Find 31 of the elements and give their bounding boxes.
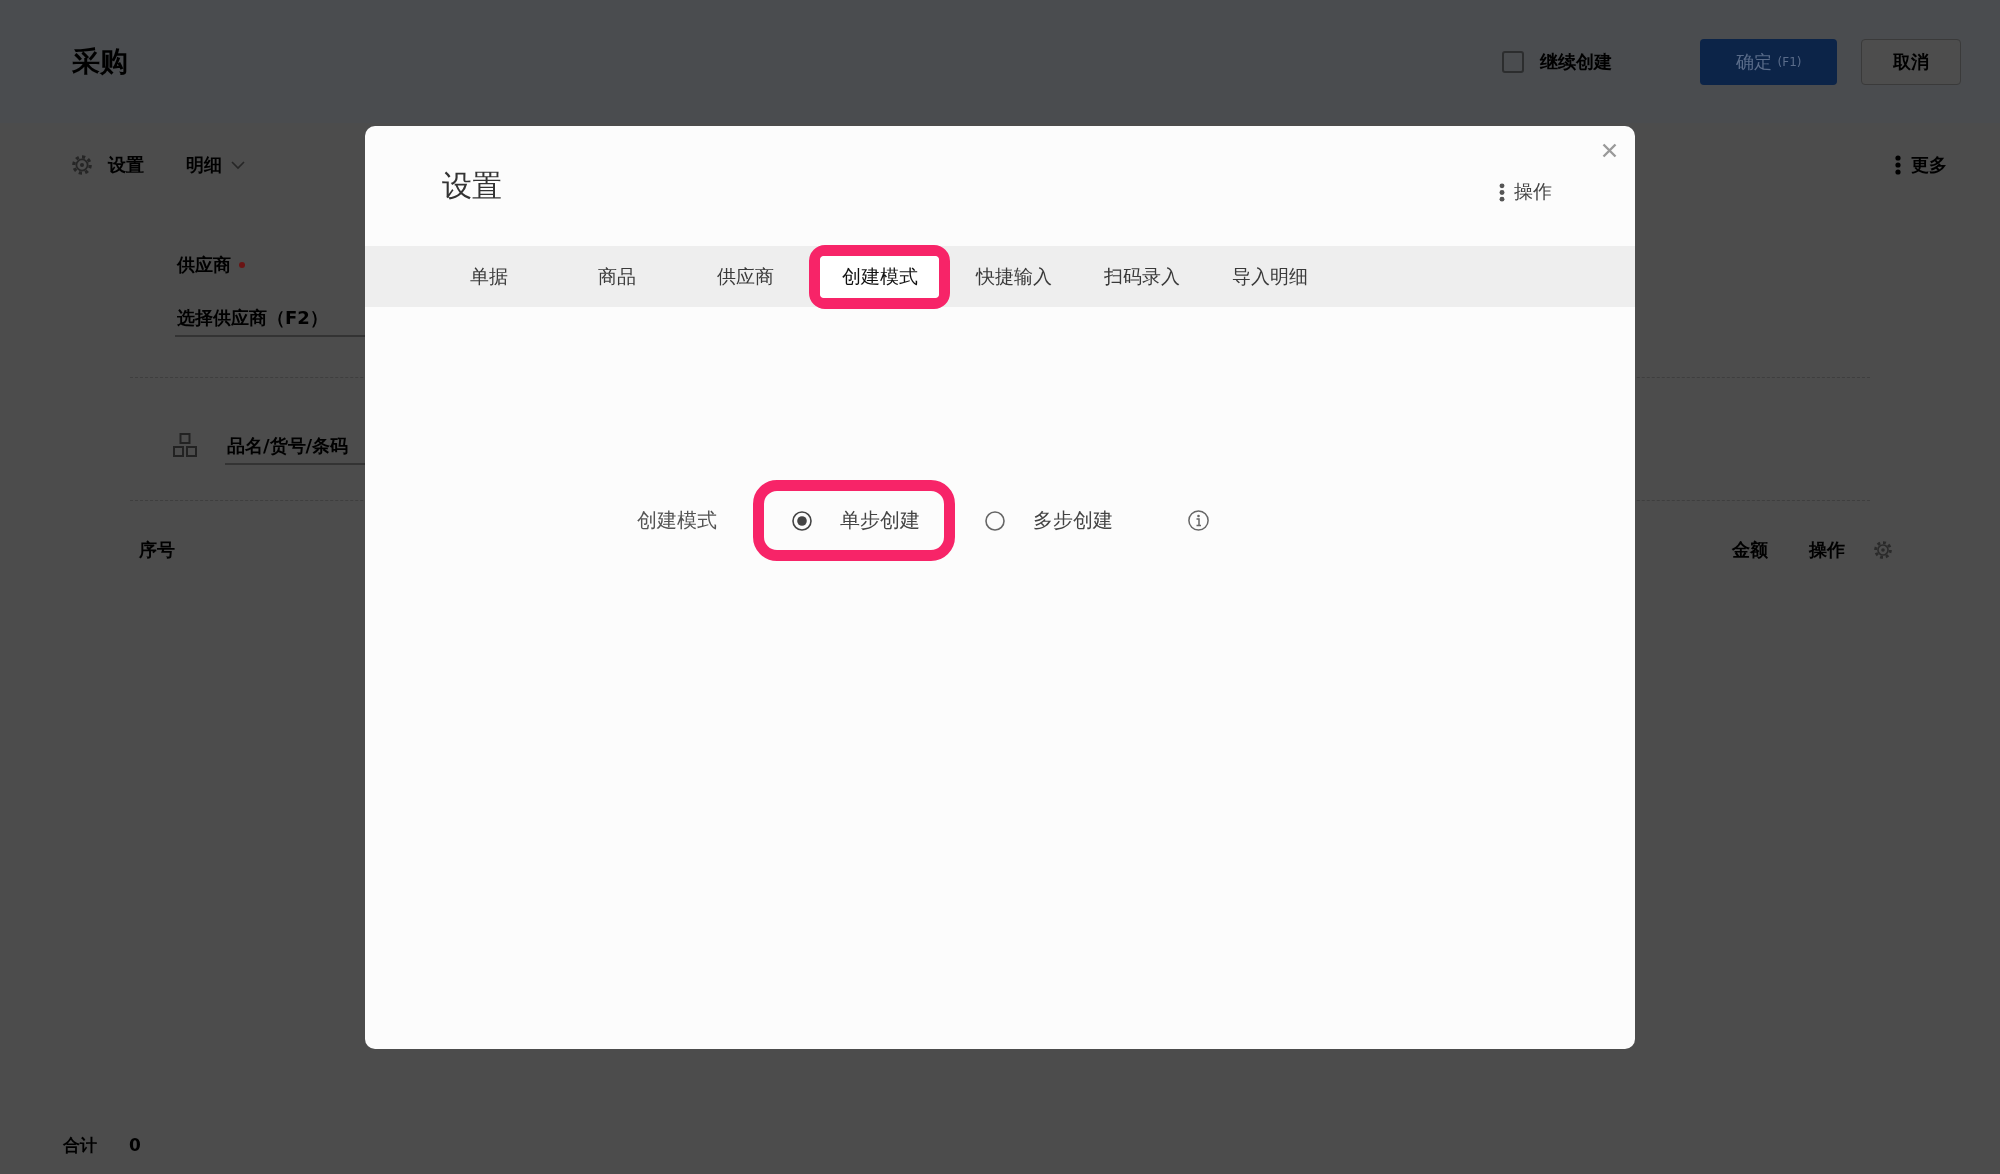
tab[interactable]: 导入明细 <box>1206 246 1334 307</box>
total-label: 合计 <box>63 1133 97 1157</box>
gear-icon <box>72 155 92 175</box>
column-header: 操作 <box>1809 538 1845 562</box>
setting-label: 创建模式 <box>637 507 717 534</box>
supplier-field[interactable]: 选择供应商（F2） <box>175 299 365 337</box>
total-value: 0 <box>129 1135 141 1155</box>
checkbox[interactable] <box>1502 50 1524 73</box>
info-icon <box>1188 510 1209 531</box>
dialog-title: 设置 <box>442 166 502 205</box>
column-header: 金额 <box>1732 538 1768 562</box>
gear-icon <box>1874 541 1892 559</box>
tab[interactable]: 扫码录入 <box>1078 246 1206 307</box>
tab[interactable]: 单据 <box>425 246 553 307</box>
tab[interactable]: 商品 <box>553 246 681 307</box>
page-title: 采购 <box>72 43 128 80</box>
column-header: 序号 <box>139 538 175 562</box>
dots-icon <box>1499 182 1505 202</box>
tab[interactable]: 快捷输入 <box>950 246 1078 307</box>
dots-icon <box>1895 155 1901 175</box>
product-search-field[interactable]: 品名/货号/条码 <box>225 427 365 465</box>
checkbox-label: 继续创建 <box>1540 49 1612 74</box>
radio-option[interactable]: 单步创建 <box>792 507 920 534</box>
tab[interactable]: 供应商 <box>681 246 809 307</box>
radio-option[interactable]: 多步创建 <box>985 507 1113 534</box>
action-button[interactable]: 操作 <box>1499 179 1552 205</box>
close-button[interactable] <box>1602 143 1617 158</box>
field-label: 供应商 <box>177 253 231 277</box>
boxes-icon <box>173 433 197 457</box>
close-icon <box>1602 143 1617 158</box>
tab[interactable]: 创建模式 <box>820 255 939 298</box>
